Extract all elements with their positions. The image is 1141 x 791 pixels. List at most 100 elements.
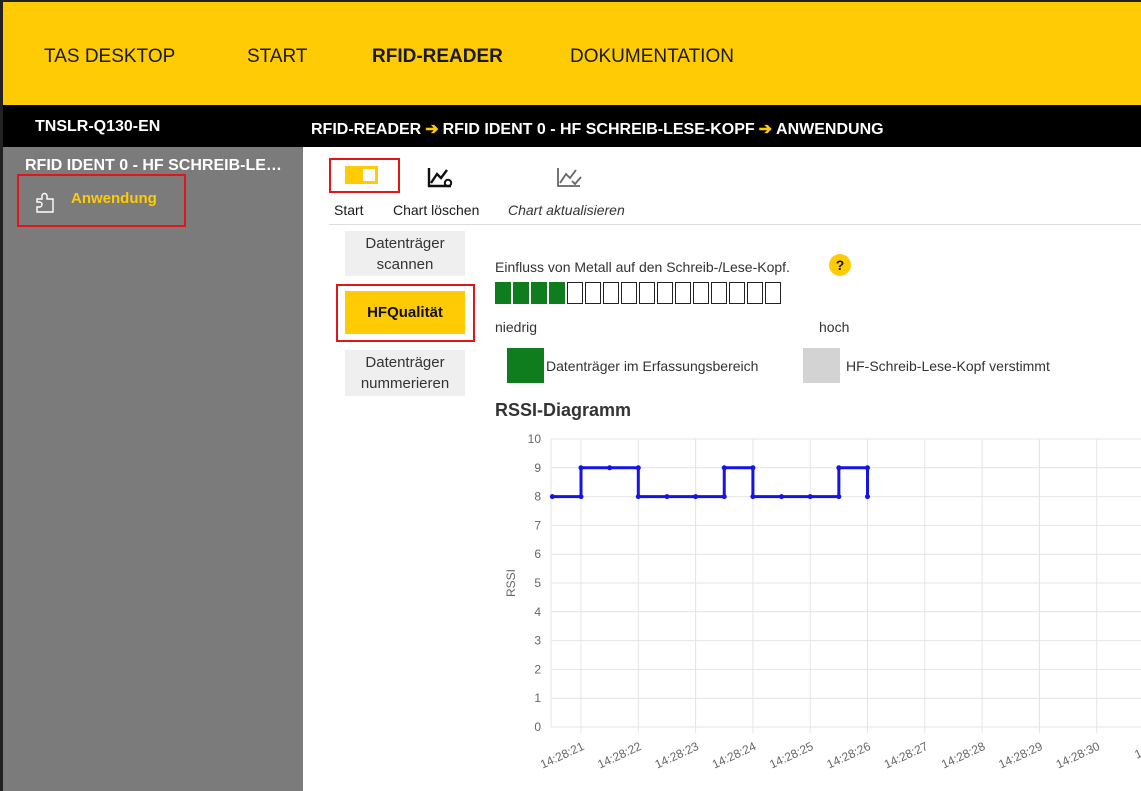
y-axis-label: RSSI: [504, 569, 518, 597]
breadcrumb-item[interactable]: RFID-READER: [311, 121, 421, 138]
data-point: [836, 465, 842, 471]
x-tick-label: 14:28:26: [825, 739, 874, 772]
title-bar: TNSLR-Q130-EN RFID-READER ➔ RFID IDENT 0 -…: [3, 105, 1141, 147]
legend-in-range-label: Datenträger im Erfassungsbereich: [546, 358, 759, 374]
x-tick-label: 14:28:21: [538, 739, 587, 772]
scan-label-line1: Datenträger: [365, 235, 445, 252]
y-tick-label: 1: [534, 691, 541, 705]
help-icon[interactable]: ?: [829, 254, 851, 276]
chart-clear-label[interactable]: Chart löschen: [393, 202, 479, 218]
data-point: [607, 465, 613, 471]
meter-segment: [621, 282, 637, 304]
data-point: [836, 494, 842, 500]
legend-detuned-swatch: [803, 348, 840, 383]
meter-segment: [585, 282, 601, 304]
y-tick-label: 4: [534, 605, 541, 619]
x-tick-label: 14:28:23: [653, 739, 702, 772]
meter-segment: [603, 282, 619, 304]
legend-detuned-label: HF-Schreib-Lese-Kopf verstimmt: [846, 358, 1050, 374]
meter-segment: [729, 282, 745, 304]
y-tick-label: 0: [534, 720, 541, 734]
nav-rfid-reader[interactable]: RFID-READER: [372, 46, 503, 68]
arrow-right-icon: ➔: [425, 121, 439, 138]
start-label: Start: [334, 202, 364, 218]
sidebar: RFID IDENT 0 - HF SCHREIB-LESE-KOPF Anwe…: [3, 147, 303, 791]
data-point: [865, 465, 870, 471]
x-tick-label: 14:28:29: [996, 739, 1045, 772]
y-tick-label: 7: [534, 518, 541, 532]
nav-start[interactable]: START: [247, 46, 308, 68]
meter-segment: [549, 282, 565, 304]
metal-influence-title: Einfluss von Metall auf den Schreib-/Les…: [495, 259, 790, 275]
data-point: [693, 494, 699, 500]
meter-segment: [747, 282, 763, 304]
meter-segment: [639, 282, 655, 304]
app-window: TAS DESKTOP START RFID-READER DOKUMENTAT…: [0, 0, 1141, 791]
meter-segment: [657, 282, 673, 304]
nav-dokumentation[interactable]: DOKUMENTATION: [570, 46, 734, 68]
chart-update-label[interactable]: Chart aktualisieren: [508, 202, 625, 218]
chart-update-icon[interactable]: [556, 166, 584, 190]
meter-segment: [675, 282, 691, 304]
breadcrumb-item: ANWENDUNG: [776, 121, 884, 138]
top-nav: TAS DESKTOP START RFID-READER DOKUMENTAT…: [3, 2, 1141, 105]
number-label-line2: nummerieren: [360, 375, 450, 392]
metal-influence-meter: [495, 282, 781, 304]
meter-segment: [495, 282, 511, 304]
meter-segment: [531, 282, 547, 304]
y-tick-label: 6: [534, 547, 541, 561]
data-point: [750, 465, 756, 471]
breadcrumb: RFID-READER ➔ RFID IDENT 0 - HF SCHREIB-LE…: [311, 119, 884, 139]
data-point: [635, 465, 641, 471]
x-tick-label: 14:28:28: [939, 739, 988, 772]
arrow-right-icon: ➔: [758, 121, 773, 138]
breadcrumb-item[interactable]: RFID IDENT 0 - HF SCHREIB-LESE-KOPF: [443, 121, 755, 138]
legend-in-range-swatch: [507, 348, 544, 383]
data-point: [721, 465, 727, 471]
number-button[interactable]: Datenträger nummerieren: [345, 350, 465, 396]
number-label-line1: Datenträger: [365, 354, 445, 371]
sidebar-item-anwendung[interactable]: Anwendung: [17, 174, 186, 227]
data-point: [549, 494, 555, 500]
x-tick-label: 14:2: [1132, 739, 1141, 762]
x-tick-label: 14:28:25: [767, 739, 816, 772]
data-point: [721, 494, 727, 500]
data-point: [865, 494, 870, 500]
sidebar-item-label: Anwendung: [71, 190, 157, 207]
data-point: [635, 494, 641, 500]
y-tick-label: 10: [528, 432, 542, 446]
rssi-chart: 01234567891014:28:21 14:28:22 14:28:23 14:2…: [504, 432, 1141, 772]
y-tick-label: 5: [534, 576, 541, 590]
data-point: [807, 494, 813, 500]
start-toggle-button[interactable]: [329, 158, 400, 193]
meter-segment: [567, 282, 583, 304]
data-point: [578, 494, 584, 500]
meter-segment: [513, 282, 529, 304]
chart-clear-icon[interactable]: [427, 166, 455, 190]
data-point: [578, 465, 584, 471]
meter-segment: [765, 282, 781, 304]
puzzle-icon: [36, 192, 54, 213]
chart-title: RSSI-Diagramm: [495, 400, 632, 420]
meter-segment: [711, 282, 727, 304]
meter-segment: [693, 282, 709, 304]
y-tick-label: 8: [534, 490, 541, 504]
data-point: [664, 494, 670, 500]
scan-label-line2: scannen: [376, 256, 434, 273]
nav-tas-desktop[interactable]: TAS DESKTOP: [44, 46, 175, 68]
data-point: [779, 494, 785, 500]
x-tick-label: 14:28:24: [710, 739, 759, 772]
x-tick-label: 14:28:27: [882, 739, 931, 772]
toolbar-divider: [329, 224, 1141, 225]
y-tick-label: 9: [534, 461, 541, 475]
toggle-icon: [345, 166, 378, 184]
meter-low-label: niedrig: [495, 319, 538, 335]
y-tick-label: 2: [534, 662, 541, 676]
series-line: [551, 466, 869, 499]
x-tick-label: 14:28:22: [595, 739, 644, 772]
sidebar-title: RFID IDENT 0 - HF SCHREIB-LESE-KOPF: [25, 157, 287, 174]
scan-button[interactable]: Datenträger scannen: [345, 231, 465, 276]
device-name: TNSLR-Q130-EN: [35, 118, 161, 135]
hf-quality-button[interactable]: HFQualität: [345, 291, 465, 334]
data-point: [750, 494, 756, 500]
